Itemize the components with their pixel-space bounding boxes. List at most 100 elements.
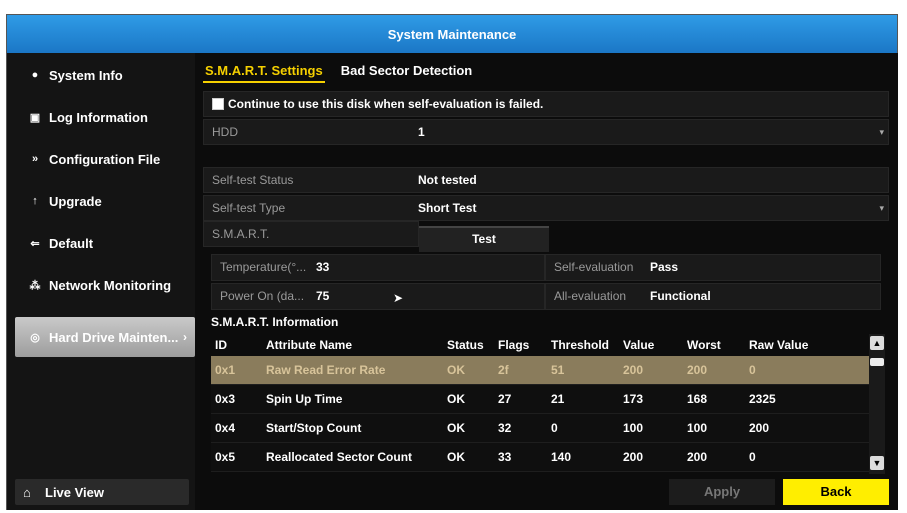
cell-worst: 200 (687, 363, 708, 377)
hdd-row: HDD 1 ▾ (203, 119, 889, 145)
temperature-value: 33 (316, 260, 330, 274)
all-evaluation-label: All-evaluation (554, 289, 627, 303)
cell-status: OK (447, 392, 465, 406)
sidebar-item-configuration-file[interactable]: » Configuration File (7, 139, 195, 179)
chevron-down-icon[interactable]: ▾ (879, 120, 884, 144)
continue-disk-row: Continue to use this disk when self-eval… (203, 91, 889, 117)
table-row[interactable]: 0x1 Raw Read Error Rate OK 2f 51 200 200… (211, 356, 869, 385)
cell-value: 200 (623, 363, 644, 377)
cell-raw-value: 2325 (749, 392, 776, 406)
power-on-row: Power On (da... 75 (211, 283, 545, 310)
chevron-down-icon[interactable]: ▾ (879, 196, 884, 220)
column-header-value[interactable]: Value (623, 334, 654, 356)
column-header-attribute-name[interactable]: Attribute Name (266, 334, 352, 356)
selftest-status-row: Self-test Status Not tested (203, 167, 889, 193)
default-icon: ⇐ (30, 237, 40, 250)
selftest-status-label: Self-test Status (212, 173, 294, 187)
cell-flags: 32 (498, 421, 512, 435)
cell-raw-value: 0 (749, 450, 756, 464)
self-evaluation-value: Pass (650, 260, 679, 274)
home-icon: ⌂ (23, 484, 31, 500)
column-header-status[interactable]: Status (447, 334, 484, 356)
hdd-select[interactable]: 1 (418, 120, 425, 144)
selftest-type-select[interactable]: Short Test (418, 196, 476, 220)
temperature-label: Temperature(°... (220, 260, 307, 274)
sidebar-item-default[interactable]: ⇐ Default (7, 223, 195, 263)
sidebar-item-network-monitoring[interactable]: ⁂ Network Monitoring (7, 265, 195, 305)
info-icon: ● (31, 69, 39, 81)
cell-value: 173 (623, 392, 644, 406)
cell-status: OK (447, 363, 465, 377)
cell-value: 200 (623, 450, 644, 464)
sidebar-item-log-information[interactable]: ▣ Log Information (7, 97, 195, 137)
temperature-row: Temperature(°... 33 (211, 254, 545, 281)
cell-threshold: 21 (551, 392, 565, 406)
all-evaluation-value: Functional (650, 289, 711, 303)
table-row[interactable]: 0x4 Start/Stop Count OK 32 0 100 100 200 (211, 414, 869, 443)
tab-bad-sector-detection[interactable]: Bad Sector Detection (339, 61, 474, 81)
sidebar-item-label: Configuration File (49, 151, 161, 167)
cell-id: 0x4 (215, 421, 236, 435)
cell-threshold: 140 (551, 450, 572, 464)
sidebar-item-label: Upgrade (49, 193, 102, 209)
cell-threshold: 51 (551, 363, 565, 377)
cell-threshold: 0 (551, 421, 558, 435)
cell-id: 0x5 (215, 450, 236, 464)
cell-flags: 27 (498, 392, 512, 406)
sidebar-item-system-info[interactable]: ● System Info (7, 55, 195, 95)
column-header-flags[interactable]: Flags (498, 334, 529, 356)
column-header-raw-value[interactable]: Raw Value (749, 334, 808, 356)
column-header-worst[interactable]: Worst (687, 334, 721, 356)
power-on-label: Power On (da... (220, 289, 305, 303)
cell-id: 0x1 (215, 363, 236, 377)
sidebar-item-label: System Info (49, 67, 123, 83)
selftest-type-row: Self-test Type Short Test ▾ (203, 195, 889, 221)
cell-status: OK (447, 450, 465, 464)
cell-flags: 33 (498, 450, 512, 464)
selftest-status-value: Not tested (418, 173, 477, 187)
power-on-value: 75 (316, 289, 330, 303)
live-view-button[interactable]: ⌂ Live View (15, 479, 189, 505)
column-header-id[interactable]: ID (215, 334, 227, 356)
upgrade-icon: ↑ (32, 195, 38, 207)
table-header: ID Attribute Name Status Flags Threshold… (211, 334, 869, 356)
log-icon: ▣ (29, 111, 41, 124)
scroll-down-icon[interactable]: ▼ (870, 456, 884, 470)
scrollbar-thumb[interactable] (870, 358, 884, 366)
smart-label: S.M.A.R.T. (212, 227, 270, 241)
continue-disk-checkbox[interactable] (212, 98, 224, 110)
cell-attribute-name: Start/Stop Count (266, 421, 362, 435)
cell-worst: 168 (687, 392, 708, 406)
smart-information-table: ID Attribute Name Status Flags Threshold… (211, 334, 869, 474)
window-title: System Maintenance (7, 15, 897, 53)
hard-drive-icon: ◎ (30, 331, 40, 344)
continue-disk-label: Continue to use this disk when self-eval… (228, 97, 544, 111)
sidebar-item-label: Default (49, 235, 94, 251)
cell-flags: 2f (498, 363, 509, 377)
hdd-label: HDD (212, 125, 238, 139)
cell-attribute-name: Spin Up Time (266, 392, 343, 406)
apply-button[interactable]: Apply (669, 479, 775, 505)
table-row[interactable]: 0x5 Reallocated Sector Count OK 33 140 2… (211, 443, 869, 472)
self-evaluation-label: Self-evaluation (554, 260, 634, 274)
tab-bar: S.M.A.R.T. Settings Bad Sector Detection (203, 61, 474, 83)
column-header-threshold[interactable]: Threshold (551, 334, 609, 356)
cell-attribute-name: Raw Read Error Rate (266, 363, 386, 377)
all-evaluation-row: All-evaluation Functional (545, 283, 881, 310)
scroll-up-icon[interactable]: ▲ (870, 336, 884, 350)
cell-id: 0x3 (215, 392, 236, 406)
table-row[interactable]: 0x3 Spin Up Time OK 27 21 173 168 2325 (211, 385, 869, 414)
cell-attribute-name: Reallocated Sector Count (266, 450, 413, 464)
sidebar-item-upgrade[interactable]: ↑ Upgrade (7, 181, 195, 221)
back-button[interactable]: Back (783, 479, 889, 505)
network-icon: ⁂ (29, 279, 41, 292)
table-scrollbar[interactable]: ▲ ▼ (869, 334, 885, 474)
sidebar-item-hard-drive-maintenance[interactable]: ◎ Hard Drive Mainten... › (15, 317, 195, 357)
tab-smart-settings[interactable]: S.M.A.R.T. Settings (203, 61, 325, 83)
cell-status: OK (447, 421, 465, 435)
system-maintenance-window: System Maintenance ● System Info ▣ Log I… (6, 14, 898, 510)
test-button[interactable]: Test (419, 226, 549, 252)
cell-raw-value: 0 (749, 363, 756, 377)
cell-worst: 100 (687, 421, 708, 435)
main-panel: S.M.A.R.T. Settings Bad Sector Detection… (195, 53, 898, 510)
